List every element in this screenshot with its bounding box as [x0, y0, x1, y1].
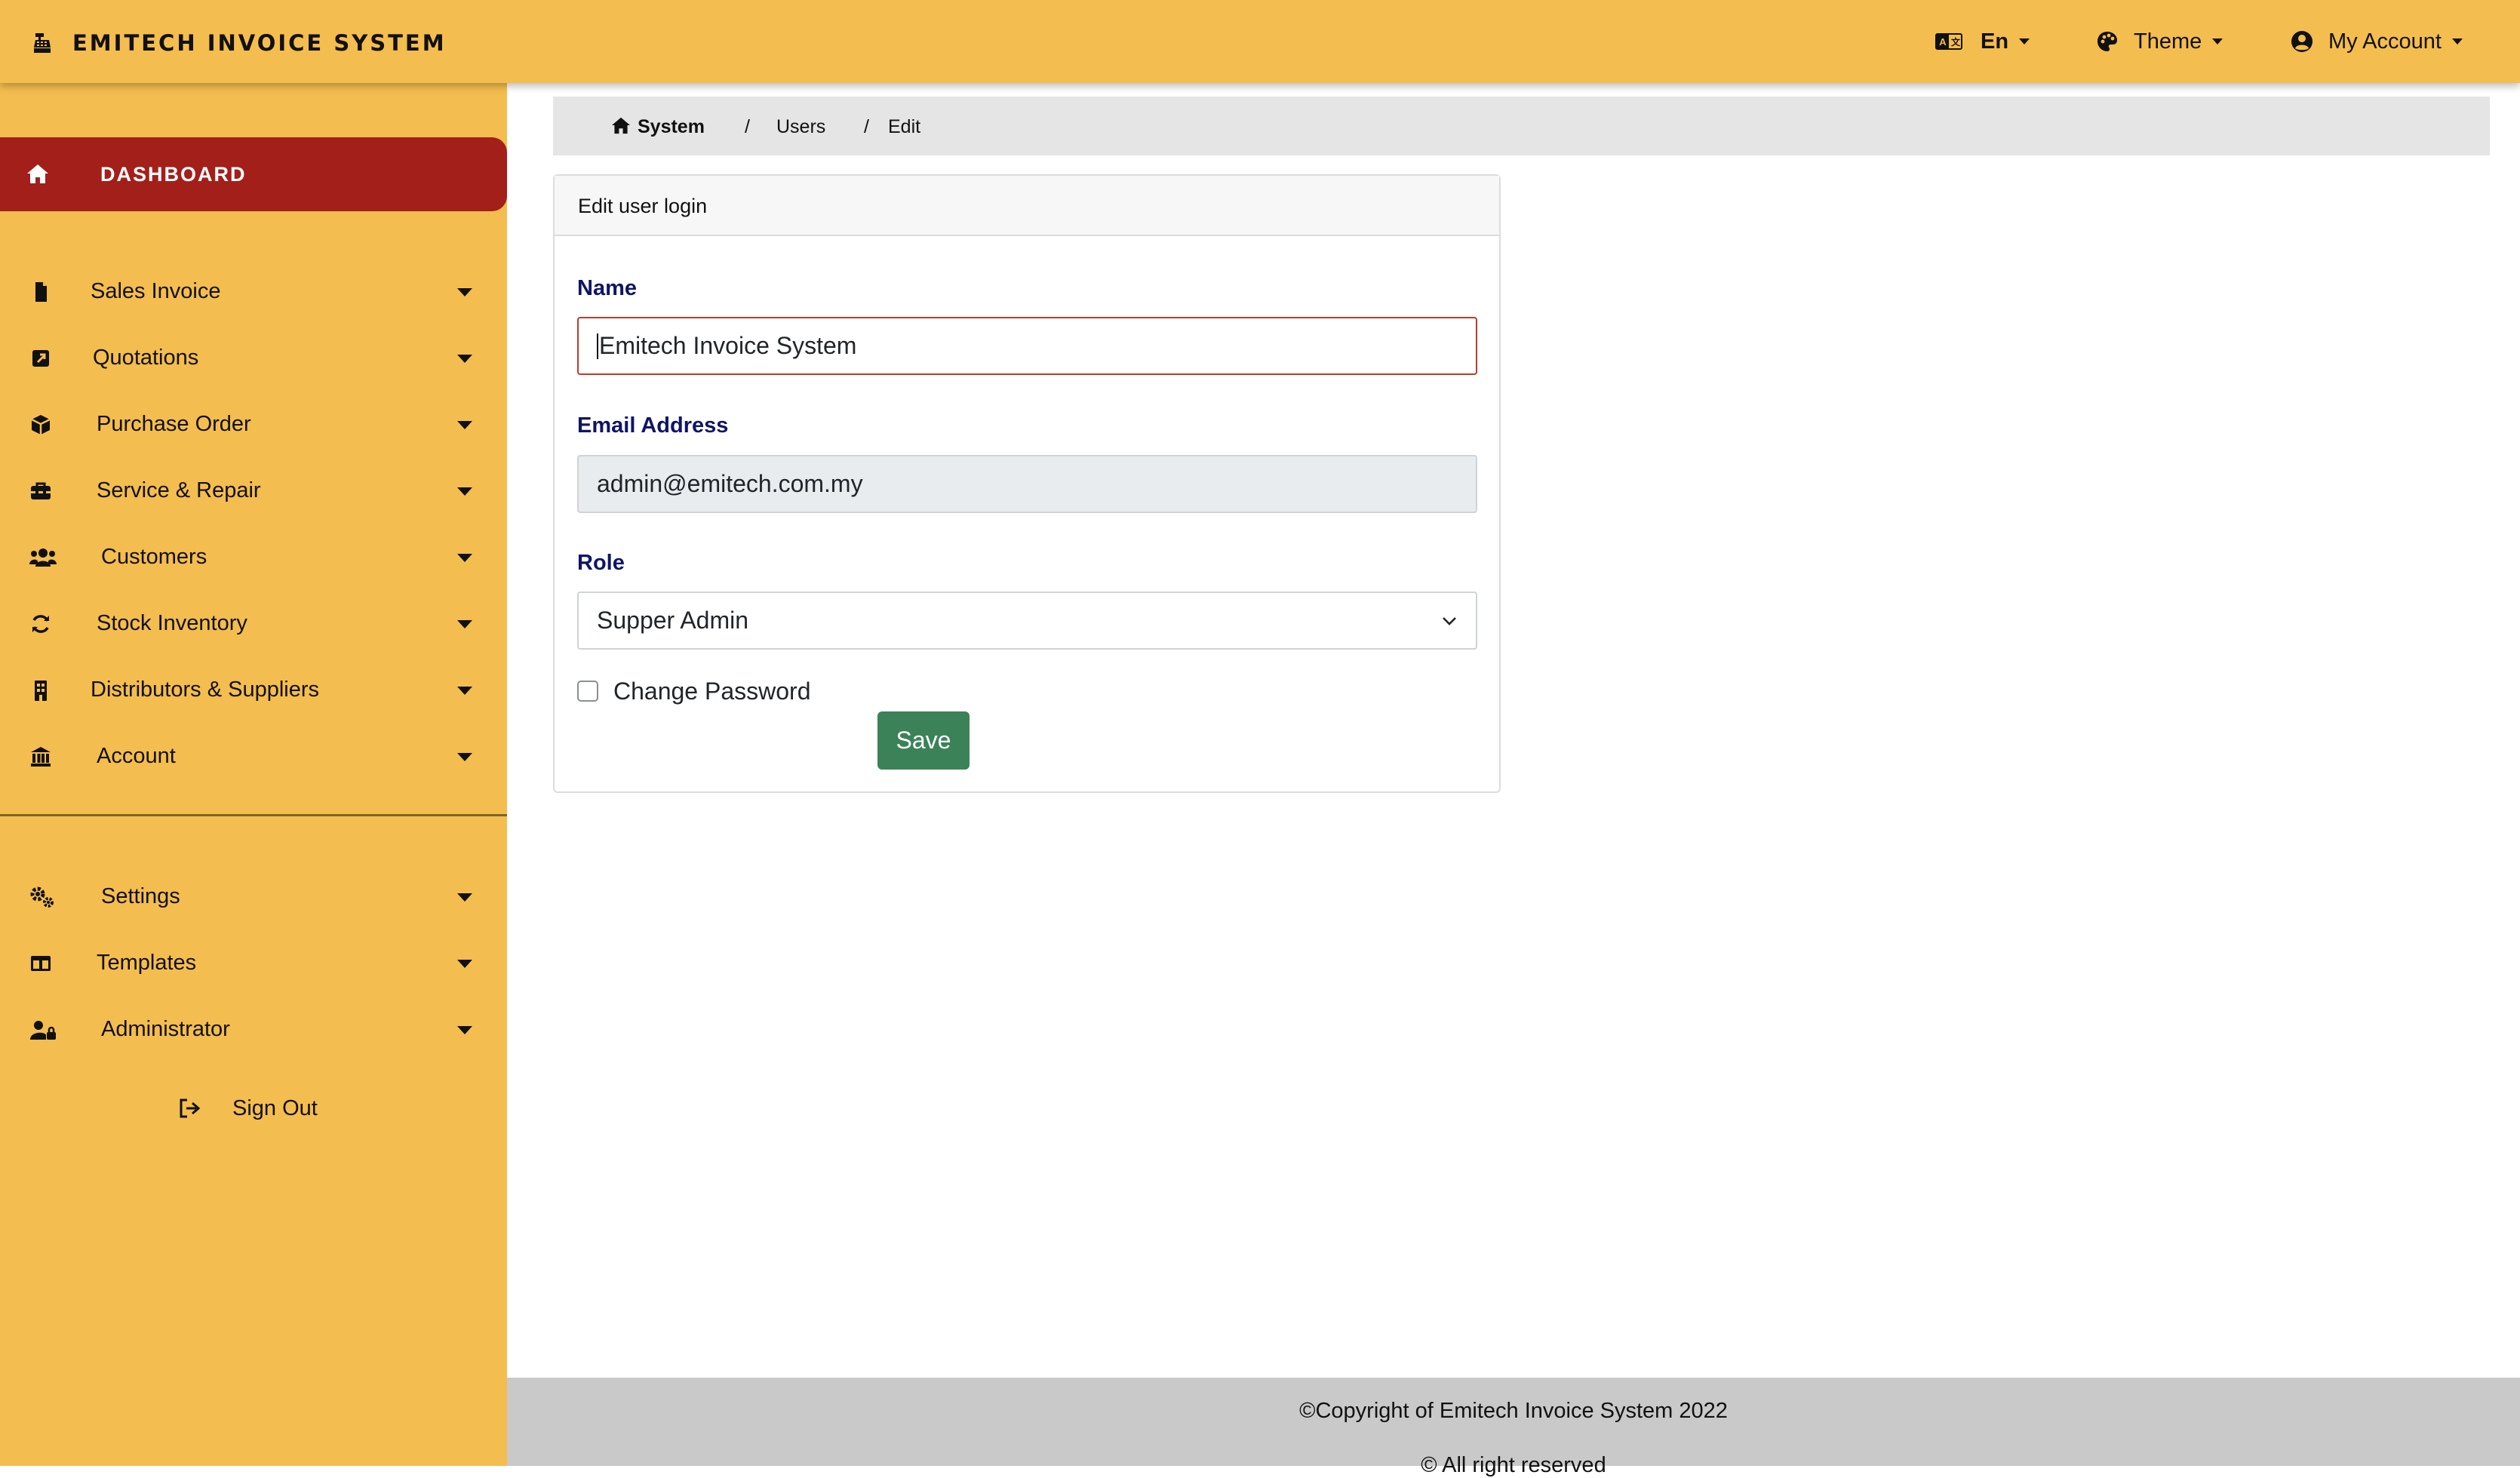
user-circle-icon: [2291, 30, 2313, 53]
chevron-down-icon: [1441, 613, 1458, 629]
svg-text:文: 文: [1951, 36, 1961, 48]
sidebar-item-administrator[interactable]: Administrator: [0, 1002, 507, 1056]
svg-text:A: A: [1939, 36, 1947, 48]
brand[interactable]: EMITECH INVOICE SYSTEM: [33, 30, 447, 56]
user-lock-icon: [29, 1018, 57, 1042]
sidebar-item-settings[interactable]: Settings: [0, 869, 507, 923]
name-value: Emitech Invoice System: [599, 332, 857, 359]
bank-icon: [29, 745, 53, 769]
caret-down-icon: [457, 554, 472, 562]
sign-out-button[interactable]: Sign Out: [178, 1086, 318, 1131]
sign-out-label: Sign Out: [232, 1095, 318, 1120]
name-input[interactable]: Emitech Invoice System: [577, 317, 1477, 375]
sidebar-divider: [0, 814, 507, 816]
checkbox-box[interactable]: [577, 681, 598, 702]
sidebar-item-label: Purchase Order: [97, 412, 251, 436]
sidebar-item-stock-inventory[interactable]: Stock Inventory: [0, 596, 507, 650]
card-header: Edit user login: [555, 176, 1499, 236]
top-navbar: EMITECH INVOICE SYSTEM A 文 En Theme My A…: [0, 0, 2520, 83]
caret-down-icon: [457, 1026, 472, 1034]
email-value: admin@emitech.com.my: [597, 470, 863, 497]
sidebar-item-label: Templates: [97, 951, 197, 975]
caret-down-icon: [457, 753, 472, 761]
cash-register-icon: [33, 33, 51, 53]
building-icon: [29, 678, 53, 702]
caret-down-icon: [457, 487, 472, 496]
footer-copyright: ©Copyright of Emitech Invoice System 202…: [1299, 1399, 1728, 1423]
theme-label: Theme: [2134, 29, 2202, 54]
sidebar-item-purchase-order[interactable]: Purchase Order: [0, 397, 507, 451]
name-label: Name: [577, 276, 637, 300]
users-icon: [29, 545, 57, 570]
language-icon: A 文: [1935, 33, 1962, 50]
sync-icon: [29, 612, 53, 636]
palette-icon: [2096, 30, 2119, 53]
caret-down-icon: [2451, 38, 2463, 45]
caret-down-icon: [457, 288, 472, 297]
role-select[interactable]: Supper Admin: [577, 592, 1477, 650]
change-password-label: Change Password: [613, 677, 811, 705]
breadcrumb-system[interactable]: System: [638, 97, 705, 157]
caret-down-icon: [2019, 38, 2030, 45]
sidebar-item-label: Settings: [101, 884, 180, 908]
caret-down-icon: [2212, 38, 2223, 45]
brand-title: EMITECH INVOICE SYSTEM: [72, 30, 447, 56]
my-account-dropdown[interactable]: My Account: [2291, 26, 2463, 57]
sidebar-item-dashboard[interactable]: DASHBOARD: [0, 137, 507, 211]
card-title: Edit user login: [578, 195, 708, 217]
sidebar: DASHBOARD Sales Invoice Quotations Purch…: [0, 83, 507, 1466]
role-label: Role: [577, 551, 625, 575]
sign-out-icon: [178, 1098, 202, 1119]
sidebar-item-customers[interactable]: Customers: [0, 530, 507, 584]
change-password-checkbox[interactable]: Change Password: [577, 678, 810, 705]
sidebar-item-label: Account: [97, 744, 176, 768]
caret-down-icon: [457, 893, 472, 902]
caret-down-icon: [457, 620, 472, 628]
sidebar-item-label: Stock Inventory: [97, 611, 247, 635]
language-dropdown[interactable]: A 文 En: [1935, 26, 2030, 57]
theme-dropdown[interactable]: Theme: [2096, 26, 2223, 57]
caret-down-icon: [457, 421, 472, 429]
language-label: En: [1981, 29, 2009, 54]
sidebar-item-label: Distributors & Suppliers: [91, 678, 319, 702]
caret-down-icon: [457, 355, 472, 363]
role-value: Supper Admin: [597, 607, 749, 634]
caret-down-icon: [457, 960, 472, 968]
email-label: Email Address: [577, 413, 729, 438]
my-account-label: My Account: [2328, 29, 2442, 54]
sidebar-item-label: Administrator: [101, 1017, 230, 1041]
sidebar-item-label: Quotations: [93, 346, 199, 370]
caret-down-icon: [457, 687, 472, 695]
external-link-square-icon: [29, 346, 53, 370]
breadcrumb-users[interactable]: Users: [776, 97, 825, 157]
footer: ©Copyright of Emitech Invoice System 202…: [507, 1378, 2520, 1477]
toolbox-icon: [29, 479, 53, 503]
sidebar-item-label: Service & Repair: [97, 478, 261, 502]
breadcrumb: System / Users / Edit: [553, 97, 2490, 155]
sidebar-item-label: DASHBOARD: [100, 163, 247, 186]
breadcrumb-current: Edit: [888, 116, 921, 137]
sidebar-item-service-repair[interactable]: Service & Repair: [0, 463, 507, 518]
sidebar-item-sales-invoice[interactable]: Sales Invoice: [0, 264, 507, 318]
sidebar-item-label: Customers: [101, 545, 207, 569]
home-icon: [610, 116, 632, 134]
email-input-readonly[interactable]: admin@emitech.com.my: [577, 455, 1477, 513]
text-cursor: [597, 333, 598, 359]
sidebar-item-distributors-suppliers[interactable]: Distributors & Suppliers: [0, 662, 507, 717]
sidebar-item-quotations[interactable]: Quotations: [0, 330, 507, 385]
table-icon: [29, 951, 53, 976]
breadcrumb-separator: /: [864, 116, 869, 137]
home-icon: [26, 163, 50, 184]
cogs-icon: [29, 885, 56, 909]
sidebar-item-label: Sales Invoice: [91, 279, 221, 303]
file-icon: [29, 280, 53, 304]
save-button[interactable]: Save: [877, 711, 970, 770]
breadcrumb-separator: /: [745, 116, 750, 137]
sidebar-item-templates[interactable]: Templates: [0, 936, 507, 990]
sidebar-item-account[interactable]: Account: [0, 729, 507, 783]
box-icon: [29, 413, 53, 437]
